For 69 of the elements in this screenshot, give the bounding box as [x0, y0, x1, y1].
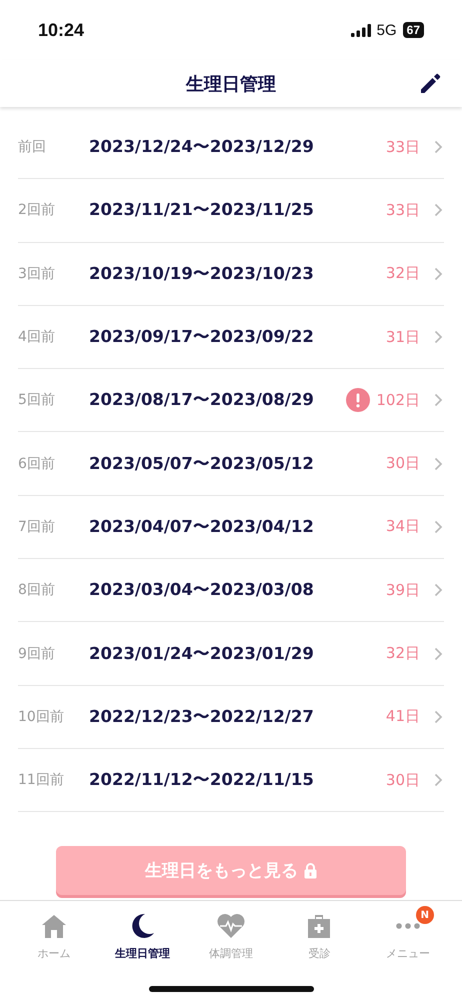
tab-item[interactable]: 生理日管理 — [98, 901, 187, 961]
notification-badge: N — [416, 906, 434, 924]
signal-icon — [350, 24, 371, 36]
chevron-icon — [434, 646, 443, 661]
cycle-label: 11回前 — [18, 771, 65, 790]
period-dates: 2022/11/12〜2022/11/15 — [89, 769, 315, 792]
period-row[interactable]: 9回前 2023/01/24〜2023/01/29 32日 — [18, 622, 444, 686]
cycle-days: 41日 — [386, 707, 420, 726]
lock-icon — [304, 862, 317, 878]
chevron-icon — [434, 266, 443, 281]
cycle-days: 102日 — [376, 390, 420, 410]
chevron-icon — [434, 773, 443, 788]
period-dates: 2023/11/21〜2023/11/25 — [89, 199, 315, 222]
chevron-icon — [434, 520, 443, 534]
chevron-icon — [434, 710, 443, 724]
cycle-label: 4回前 — [18, 328, 56, 346]
cycle-label: 7回前 — [18, 518, 56, 536]
home-icon — [41, 914, 68, 938]
network-type: 5G — [376, 22, 397, 38]
cycle-days: 32日 — [386, 644, 420, 664]
period-row[interactable]: 4回前 2023/09/17〜2023/09/22 31日 — [18, 306, 444, 370]
medical-kit-icon — [307, 914, 332, 938]
period-dates: 2023/10/19〜2023/10/23 — [89, 262, 315, 285]
chevron-icon — [434, 456, 443, 471]
period-row[interactable]: 2回前 2023/11/21〜2023/11/25 33日 — [18, 179, 444, 243]
period-row[interactable]: 3回前 2023/10/19〜2023/10/23 32日 — [18, 242, 444, 306]
chevron-icon — [434, 203, 443, 218]
chevron-icon — [434, 330, 443, 344]
period-row[interactable]: 前回 2023/12/24〜2023/12/29 33日 — [18, 116, 444, 180]
cycle-label: 前回 — [18, 138, 47, 156]
chevron-icon — [434, 583, 443, 598]
period-dates: 2022/12/23〜2022/12/27 — [89, 706, 315, 728]
chevron-icon — [434, 393, 443, 408]
period-dates: 2023/12/24〜2023/12/29 — [89, 136, 315, 158]
cycle-label: 5回前 — [18, 391, 56, 410]
period-row[interactable]: 11回前 2022/11/12〜2022/11/15 30日 — [18, 748, 444, 812]
cycle-label: 10回前 — [18, 708, 65, 726]
cycle-days: 33日 — [386, 138, 420, 157]
cycle-label: 2回前 — [18, 201, 56, 220]
period-dates: 2023/03/04〜2023/03/08 — [89, 579, 315, 602]
cycle-days: 34日 — [386, 517, 420, 536]
cycle-label: 8回前 — [18, 581, 56, 600]
cycle-days: 31日 — [386, 328, 420, 347]
cycle-label: 6回前 — [18, 454, 56, 473]
cycle-days: 32日 — [386, 264, 420, 284]
chevron-icon — [434, 140, 443, 154]
cycle-label: 3回前 — [18, 264, 56, 283]
more-icon — [396, 923, 420, 929]
period-row[interactable]: 5回前 2023/08/17〜2023/08/29 102日 — [18, 369, 444, 432]
status-time: 10:24 — [38, 20, 84, 40]
battery-indicator: 67 — [402, 22, 424, 38]
period-row[interactable]: 10回前 2022/12/23〜2022/12/27 41日 — [18, 686, 444, 749]
period-row[interactable]: 6回前 2023/05/07〜2023/05/12 30日 — [18, 432, 444, 496]
cycle-days: 33日 — [386, 200, 420, 220]
period-row[interactable]: 7回前 2023/04/07〜2023/04/12 34日 — [18, 496, 444, 560]
period-dates: 2023/05/07〜2023/05/12 — [89, 452, 315, 475]
cycle-label: 9回前 — [18, 644, 56, 663]
period-dates: 2023/01/24〜2023/01/29 — [89, 642, 315, 665]
period-row[interactable]: 8回前 2023/03/04〜2023/03/08 39日 — [18, 559, 444, 622]
cycle-days: 30日 — [386, 454, 420, 474]
period-dates: 2023/04/07〜2023/04/12 — [89, 516, 315, 538]
cycle-days: 39日 — [386, 580, 420, 600]
heart-icon — [216, 913, 246, 939]
page-title: 生理日管理 — [186, 72, 276, 96]
period-dates: 2023/08/17〜2023/08/29 — [89, 389, 315, 412]
cycle-days: 30日 — [386, 770, 420, 790]
period-dates: 2023/09/17〜2023/09/22 — [89, 326, 315, 348]
moon-icon — [130, 913, 155, 939]
edit-icon[interactable] — [418, 72, 442, 96]
